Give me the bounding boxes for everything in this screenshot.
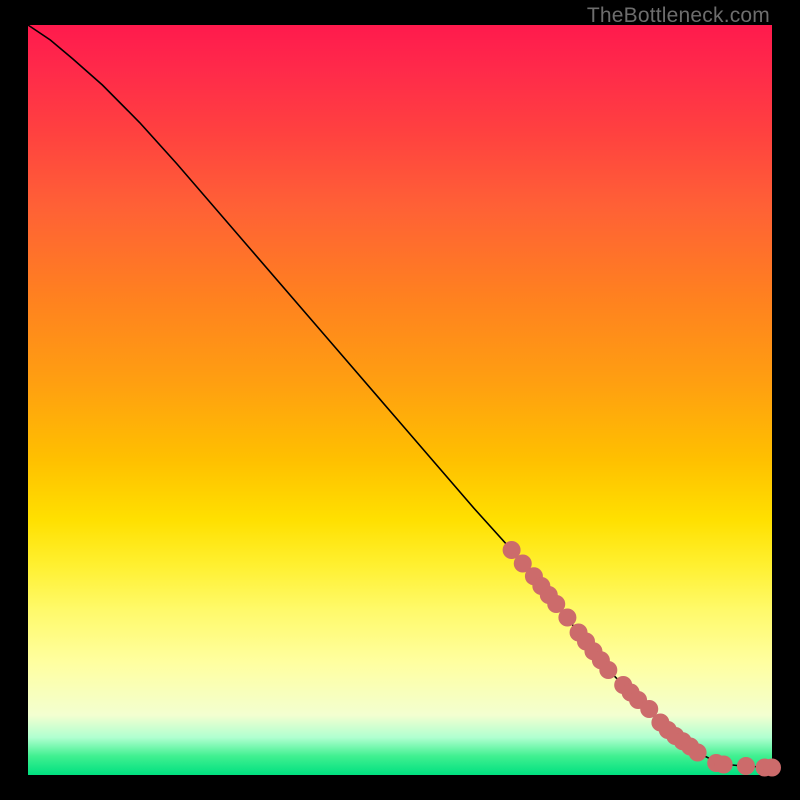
chart-svg [28, 25, 772, 775]
data-point [558, 609, 576, 627]
highlighted-dots-group [503, 541, 781, 777]
plot-area [28, 25, 772, 775]
data-point [599, 661, 617, 679]
data-point [689, 744, 707, 762]
chart-frame: TheBottleneck.com [0, 0, 800, 800]
data-point [763, 759, 781, 777]
data-point [715, 756, 733, 774]
bottleneck-curve-line [28, 25, 772, 768]
watermark-text: TheBottleneck.com [587, 4, 770, 28]
data-point [737, 757, 755, 775]
